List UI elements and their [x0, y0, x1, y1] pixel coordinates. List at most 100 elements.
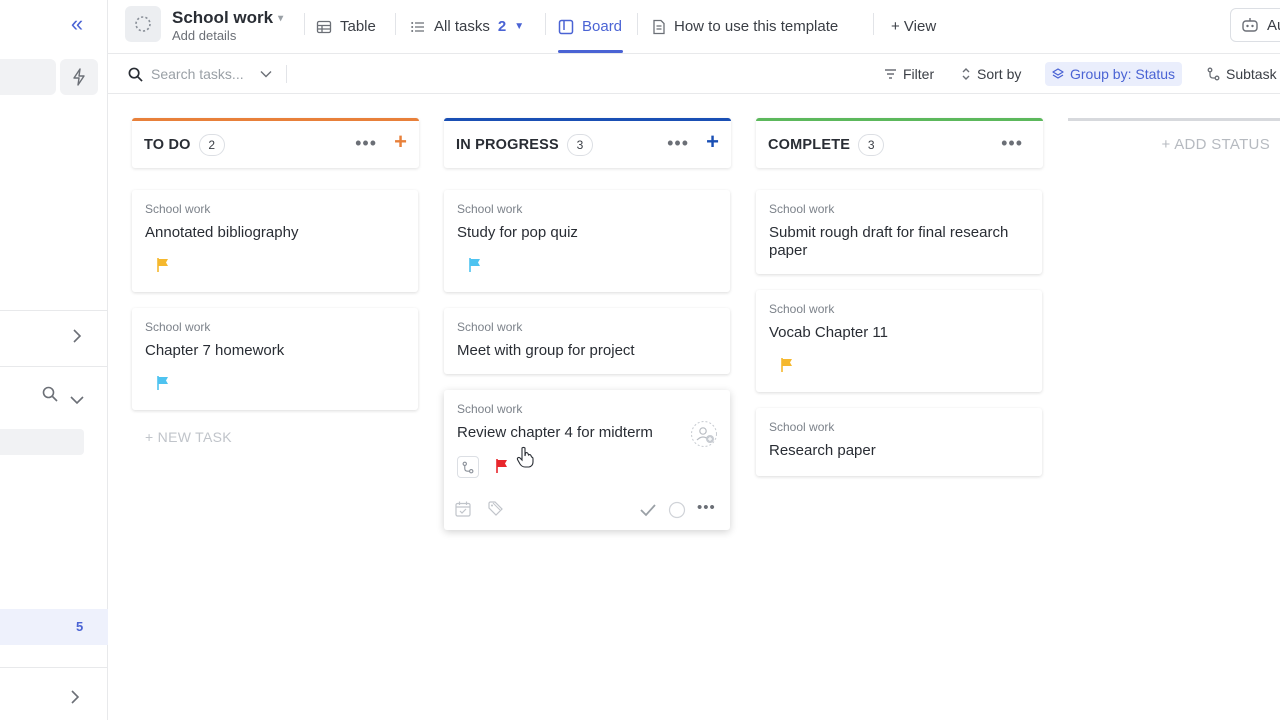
sidebar-item[interactable] [0, 429, 84, 455]
layers-icon [1052, 67, 1064, 79]
card-list-name: School work [769, 202, 835, 216]
assign-user-icon[interactable] [690, 420, 718, 448]
add-status-button[interactable]: + ADD STATUS [1068, 118, 1280, 168]
priority-flag-icon[interactable] [156, 375, 170, 391]
column-header-complete: COMPLETE 3 ••• [756, 118, 1043, 168]
automation-label: Au [1267, 16, 1280, 34]
more-options-icon[interactable]: ••• [667, 134, 689, 152]
tab-board[interactable]: Board [558, 0, 622, 53]
add-view-label: + View [891, 18, 937, 35]
group-by-label: Group by: Status [1070, 66, 1176, 82]
space-title-text: School work [172, 8, 274, 27]
tab-label: Board [582, 18, 623, 35]
header-divider [873, 13, 874, 35]
sidebar-divider [0, 310, 108, 311]
tag-icon[interactable] [487, 500, 507, 518]
sidebar-item-count: 5 [76, 619, 84, 634]
header-divider [545, 13, 546, 35]
calendar-icon[interactable] [454, 500, 472, 518]
search-icon[interactable] [42, 386, 58, 407]
card-list-name: School work [145, 202, 211, 216]
task-card[interactable]: School work Vocab Chapter 11 [756, 290, 1042, 392]
checkmark-icon[interactable] [639, 502, 657, 518]
space-icon[interactable] [125, 6, 161, 42]
card-title: Research paper [769, 442, 876, 459]
chevron-right-icon[interactable] [70, 688, 80, 709]
task-card[interactable]: School work Submit rough draft for final… [756, 190, 1042, 274]
tab-label: How to use this template [674, 18, 839, 35]
card-title: Meet with group for project [457, 342, 635, 359]
list-icon [411, 21, 424, 32]
more-options-icon[interactable]: ••• [355, 134, 377, 152]
card-list-name: School work [769, 420, 835, 434]
tab-how-to-use[interactable]: How to use this template [652, 0, 838, 53]
sidebar-divider [0, 366, 108, 367]
add-task-icon[interactable]: + [394, 131, 407, 153]
chevron-right-icon[interactable] [72, 327, 82, 348]
card-list-name: School work [145, 320, 211, 334]
card-title: Submit rough draft for final research pa… [769, 224, 1009, 259]
card-title: Chapter 7 homework [145, 342, 285, 359]
card-title: Vocab Chapter 11 [769, 324, 888, 341]
more-options-icon[interactable]: ••• [1001, 134, 1023, 152]
group-by-button[interactable]: Group by: Status [1045, 62, 1183, 86]
header-divider [637, 13, 638, 35]
tab-all-tasks[interactable]: All tasks 2 ▼ [410, 0, 524, 53]
active-tab-indicator [558, 50, 623, 53]
automation-button[interactable]: Au [1230, 8, 1280, 42]
chevron-down-icon[interactable] [70, 389, 84, 410]
column-name: COMPLETE [768, 136, 851, 153]
lightning-icon[interactable] [60, 59, 98, 95]
subtasks-button[interactable]: Subtask [1207, 62, 1277, 86]
subtask-icon[interactable] [457, 456, 479, 478]
sort-button[interactable]: Sort by [961, 62, 1021, 86]
chevron-down-icon [260, 71, 272, 78]
task-card[interactable]: School work Annotated bibliography [132, 190, 418, 292]
tab-label: All tasks [434, 18, 490, 35]
card-title: Review chapter 4 for midterm [457, 424, 653, 441]
add-view-button[interactable]: + View [891, 0, 936, 53]
priority-flag-icon[interactable] [156, 257, 170, 273]
subtask-icon [1207, 67, 1220, 81]
tab-count: 2 [497, 18, 507, 35]
sidebar-item-active[interactable] [0, 609, 108, 645]
new-task-button[interactable]: + NEW TASK [145, 429, 232, 445]
toolbar-divider [286, 65, 287, 83]
priority-flag-icon[interactable] [780, 357, 794, 373]
sidebar-home-item[interactable] [0, 59, 56, 95]
card-list-name: School work [457, 402, 523, 416]
document-icon [653, 19, 665, 34]
card-list-name: School work [457, 202, 523, 216]
space-title[interactable]: School work ▾ [172, 8, 283, 28]
search-icon [128, 67, 143, 82]
card-title: Study for pop quiz [457, 224, 578, 241]
filter-label: Filter [903, 66, 935, 82]
card-list-name: School work [457, 320, 523, 334]
priority-flag-icon[interactable] [495, 458, 509, 474]
task-card[interactable]: School work Study for pop quiz [444, 190, 730, 292]
filter-button[interactable]: Filter [884, 62, 934, 86]
tab-label: Table [340, 18, 376, 35]
board: TO DO 2 ••• + IN PROGRESS 3 ••• + COMPLE… [108, 94, 1280, 720]
collapse-sidebar-icon[interactable]: « [64, 12, 90, 38]
card-title: Annotated bibliography [145, 224, 299, 241]
column-name: TO DO [144, 136, 191, 153]
task-card[interactable]: School work Research paper [756, 408, 1042, 476]
column-count: 3 [566, 133, 593, 156]
caret-down-icon: ▾ [278, 12, 284, 24]
search-tasks-input[interactable]: Search tasks... [128, 63, 272, 85]
add-task-icon[interactable]: + [706, 131, 719, 153]
caret-down-icon: ▼ [514, 21, 525, 32]
task-card[interactable]: School work Meet with group for project [444, 308, 730, 374]
sort-icon [962, 68, 970, 80]
task-card-hovered[interactable]: School work Review chapter 4 for midterm… [444, 390, 730, 530]
subtasks-label: Subtask [1226, 66, 1277, 82]
column-name: IN PROGRESS [456, 136, 559, 153]
task-card[interactable]: School work Chapter 7 homework [132, 308, 418, 410]
sidebar-divider [0, 667, 108, 668]
status-circle-icon[interactable] [668, 501, 686, 519]
add-details-link[interactable]: Add details [172, 28, 236, 43]
tab-table[interactable]: Table [316, 0, 376, 53]
more-options-icon[interactable]: ••• [697, 499, 716, 516]
priority-flag-icon[interactable] [468, 257, 482, 273]
